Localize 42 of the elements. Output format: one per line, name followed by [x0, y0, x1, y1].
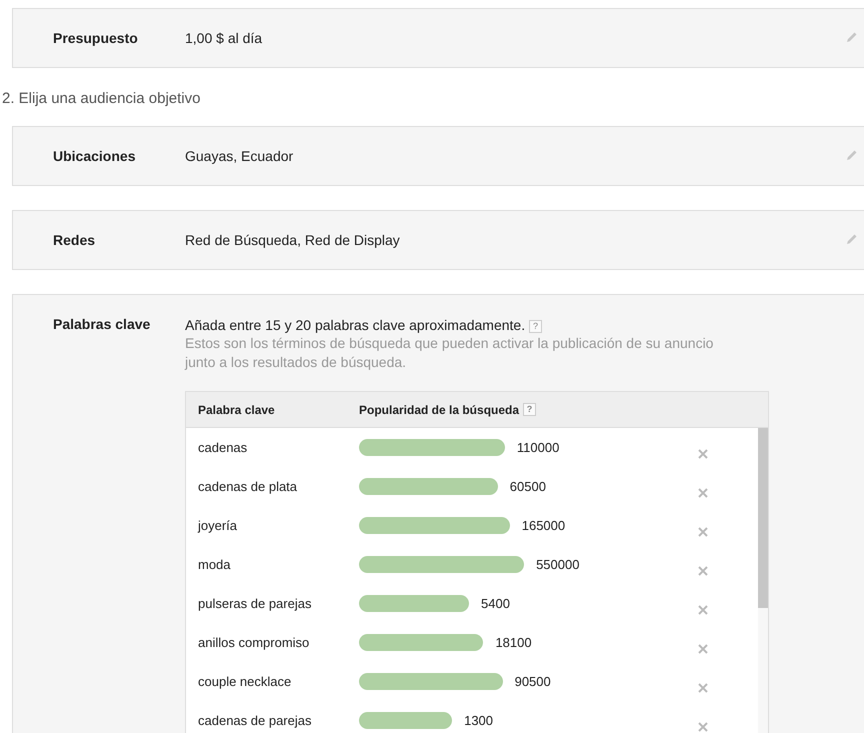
keyword-cell-text: cadenas — [197, 440, 248, 455]
keyword-cell-text: moda — [197, 557, 232, 572]
section-value: Guayas, Ecuador — [185, 148, 294, 164]
column-header: Popularidad de la búsqueda — [359, 402, 520, 416]
help-icon[interactable]: ? — [523, 403, 536, 416]
keyword-cell-text: pulseras de parejas — [197, 596, 312, 611]
keyword-cell-text: cadenas de plata — [197, 479, 298, 494]
column-header: Palabra clave — [197, 402, 276, 416]
keyword-cell-text: joyería — [196, 518, 238, 533]
remove-icon[interactable] — [698, 682, 708, 692]
description-text: Estos son los términos de búsqueda que pueden activar la publicación de su anuncio junto a los resultados de búsqueda. — [185, 334, 714, 372]
remove-icon[interactable] — [698, 448, 708, 458]
popularity-count: 5400 — [481, 595, 510, 612]
popularity-count: 110000 — [516, 439, 560, 456]
instruction-text: Añada entre 15 y 20 palabras clave aproximadamente. — [185, 317, 526, 333]
popularity-count: 18100 — [495, 634, 532, 651]
remove-icon[interactable] — [698, 526, 708, 536]
remove-icon[interactable] — [698, 644, 708, 654]
remove-icon[interactable] — [698, 488, 708, 498]
remove-icon[interactable] — [698, 722, 708, 732]
keyword-cell-text: couple necklace — [197, 674, 292, 689]
section-label: Ubicaciones — [52, 148, 136, 164]
remove-icon[interactable] — [698, 604, 708, 614]
help-icon[interactable]: ? — [529, 320, 542, 333]
section-value: Red de Búsqueda, Red de Display — [185, 232, 400, 248]
popularity-count: 550000 — [536, 556, 580, 573]
edit-icon[interactable] — [846, 149, 858, 161]
keyword-cell-text: anillos compromiso — [197, 635, 310, 650]
section-label: Redes — [52, 232, 96, 248]
popularity-count: 60500 — [510, 478, 546, 495]
popularity-count: 90500 — [514, 673, 551, 690]
section-label: Palabras clave — [52, 316, 152, 333]
remove-icon[interactable] — [698, 566, 708, 576]
scrollbar[interactable] — [758, 428, 768, 733]
edit-icon[interactable] — [846, 233, 858, 245]
keyword-cell-text: cadenas de parejas — [197, 713, 312, 728]
section-value: 1,00 $ al día — [185, 30, 262, 46]
section-label: Presupuesto — [52, 30, 139, 46]
popularity-count: 165000 — [522, 517, 566, 534]
edit-icon[interactable] — [846, 31, 858, 43]
step-heading: 2. Elija una audiencia objetivo — [2, 90, 202, 107]
popularity-count: 1300 — [464, 712, 494, 729]
